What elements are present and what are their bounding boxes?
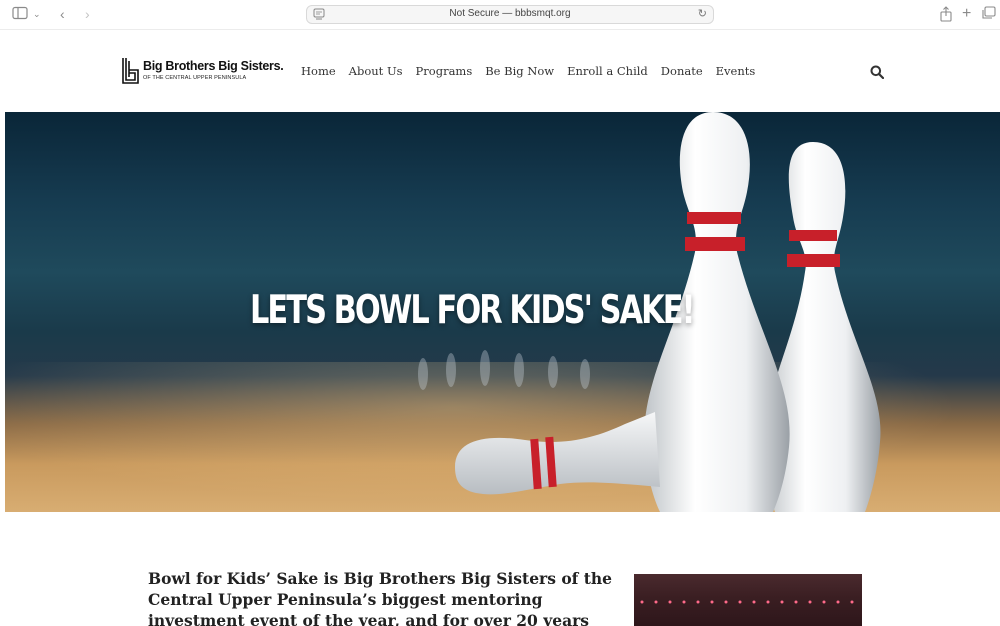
nav-about-us[interactable]: About Us: [349, 64, 403, 78]
nav-home[interactable]: Home: [301, 64, 336, 78]
intro-paragraph: Bowl for Kids’ Sake is Big Brothers Big …: [148, 569, 613, 626]
nav-donate[interactable]: Donate: [661, 64, 703, 78]
tab-overview-icon[interactable]: [982, 6, 996, 22]
event-photo: [634, 574, 862, 626]
nav-be-big-now[interactable]: Be Big Now: [485, 64, 554, 78]
nav-events[interactable]: Events: [716, 64, 756, 78]
main-nav: Home About Us Programs Be Big Now Enroll…: [301, 64, 768, 78]
search-icon[interactable]: [870, 65, 885, 80]
site-logo[interactable]: Big Brothers Big Sisters. OF THE CENTRAL…: [121, 58, 284, 86]
hero-banner: LETS BOWL FOR KIDS' SAKE!: [5, 112, 1000, 512]
back-icon[interactable]: ‹: [60, 6, 65, 22]
address-text: Not Secure — bbbsmqt.org: [449, 8, 571, 19]
sidebar-toggle-icon[interactable]: [12, 6, 28, 22]
share-icon[interactable]: [939, 6, 953, 22]
hero-title: LETS BOWL FOR KIDS' SAKE!: [250, 288, 695, 333]
logo-title: Big Brothers Big Sisters.: [143, 59, 284, 73]
site-header: Big Brothers Big Sisters. OF THE CENTRAL…: [0, 31, 1000, 111]
fallen-pin: [455, 412, 660, 495]
nav-programs[interactable]: Programs: [416, 64, 473, 78]
new-tab-icon[interactable]: +: [962, 6, 971, 22]
reload-icon[interactable]: ↻: [698, 7, 707, 20]
address-bar[interactable]: Not Secure — bbbsmqt.org ↻: [306, 5, 714, 24]
nav-enroll-a-child[interactable]: Enroll a Child: [567, 64, 648, 78]
string-lights: [640, 600, 854, 604]
forward-icon[interactable]: ›: [85, 6, 90, 22]
bbbs-logo-icon: [121, 58, 141, 85]
logo-subtitle: OF THE CENTRAL UPPER PENINSULA: [143, 75, 247, 81]
browser-toolbar: ⌄ ‹ › Not Secure — bbbsmqt.org ↻ +: [0, 0, 1000, 30]
chevron-down-icon[interactable]: ⌄: [33, 6, 41, 22]
